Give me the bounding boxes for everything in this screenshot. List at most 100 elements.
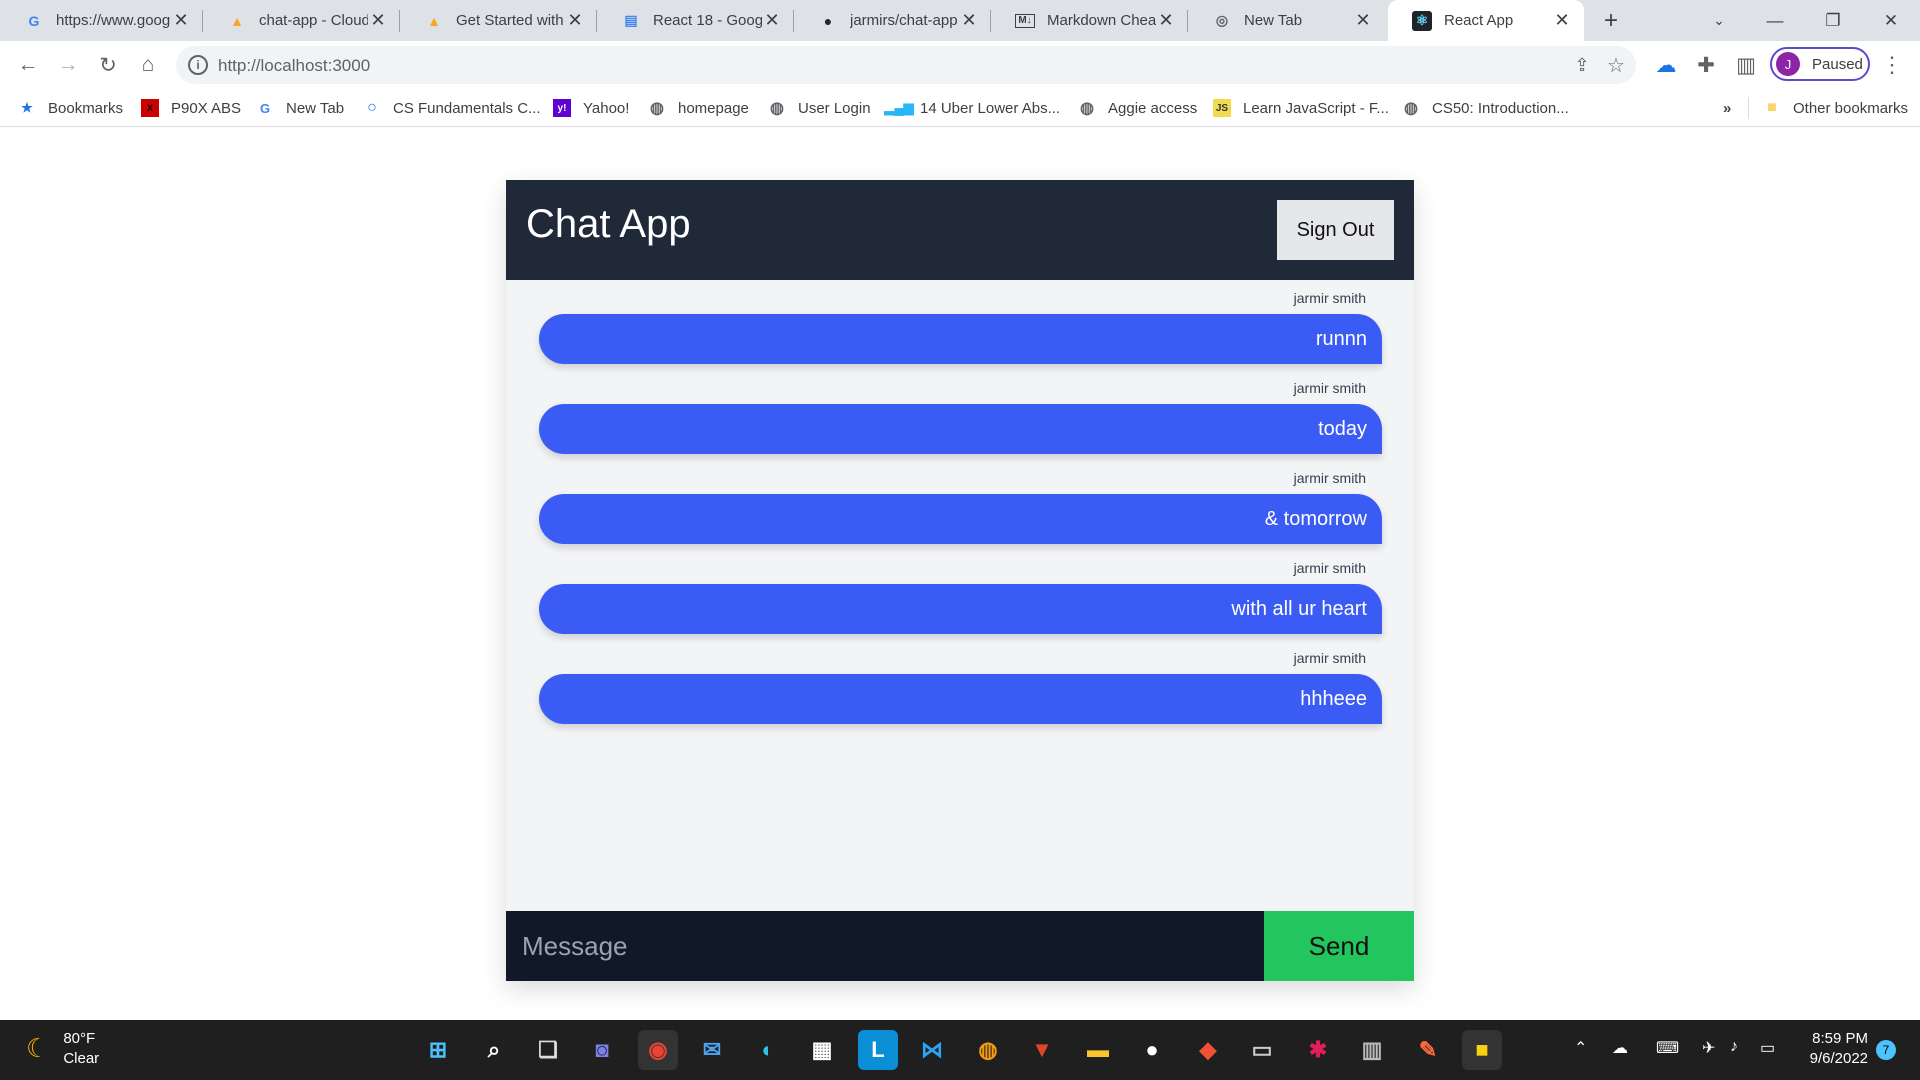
bookmark-item[interactable]: G New Tab [256,97,344,119]
close-tab-icon[interactable]: ✕ [762,10,782,31]
minimize-icon[interactable]: — [1752,0,1798,41]
close-tab-icon[interactable]: ✕ [1353,10,1373,31]
address-bar[interactable]: i http://localhost:3000 ⇪ ☆ [176,46,1636,84]
browser-tab[interactable]: ◎ New Tab ✕ [1188,0,1385,41]
l-app-icon[interactable]: L [858,1030,898,1070]
sticky-notes-icon[interactable]: ■ [1462,1030,1502,1070]
side-panel-icon[interactable]: ▥ [1730,49,1762,81]
bookmark-item[interactable]: ○ CS Fundamentals C... [363,97,540,119]
airplane-mode-icon[interactable]: ✈ [1702,1038,1715,1058]
tab-title: Markdown Cheat [1047,12,1156,29]
start-icon[interactable]: ⊞ [418,1030,458,1070]
bookmark-item[interactable]: JS Learn JavaScript - F... [1213,97,1389,119]
restore-icon[interactable]: ❐ [1810,0,1856,41]
weather-temp: 80°F [63,1030,96,1047]
keyboard-icon[interactable]: ⌨ [1656,1038,1679,1058]
browser-tab-active[interactable]: ⚛ React App ✕ [1388,0,1584,41]
close-window-icon[interactable]: ✕ [1868,0,1914,41]
bookmark-item[interactable]: y! Yahoo! [553,97,629,119]
bookmarks-overflow-button[interactable]: » [1723,97,1731,119]
bookmark-label: Learn JavaScript - F... [1243,99,1389,117]
calculator-icon[interactable]: ▥ [1352,1030,1392,1070]
battery-icon[interactable]: ▭ [1760,1038,1775,1058]
tab-title: https://www.goog [56,12,171,29]
close-tab-icon[interactable]: ✕ [368,10,388,31]
profile-status: Paused [1812,55,1863,73]
google-icon: G [28,12,40,29]
extensions-icon[interactable]: ✚ [1690,49,1722,81]
close-tab-icon[interactable]: ✕ [959,10,979,31]
menu-icon[interactable]: ⋮ [1876,49,1908,81]
send-button[interactable]: Send [1264,911,1414,981]
bookmark-item[interactable]: ◍ homepage [648,97,749,119]
tab-search-icon[interactable]: ⌄ [1696,0,1742,41]
slack-icon[interactable]: ✱ [1298,1030,1338,1070]
home-icon[interactable]: ⌂ [132,49,164,81]
close-tab-icon[interactable]: ✕ [1156,10,1176,31]
browser-tab[interactable]: ▲ chat-app - Cloud ✕ [203,0,400,41]
bookmark-item[interactable]: X P90X ABS [141,97,241,119]
browser-tab[interactable]: G https://www.goog ✕ [0,0,203,41]
teams-chat-icon[interactable]: ◙ [582,1030,622,1070]
message-input[interactable] [506,911,1266,981]
git-icon[interactable]: ◆ [1188,1030,1228,1070]
close-tab-icon[interactable]: ✕ [1552,10,1572,31]
bookmark-item[interactable]: ★ Bookmarks [18,97,123,119]
p90x-icon: X [141,99,159,117]
onedrive-icon[interactable]: ☁ [1650,49,1682,81]
google-icon: G [259,100,271,116]
onedrive-tray-icon[interactable]: ☁ [1612,1038,1628,1058]
message-bubble: today [539,404,1382,454]
firebase-icon: ▲ [230,12,244,29]
search-icon[interactable]: ⌕ [474,1030,514,1070]
new-tab-button[interactable]: + [1588,0,1634,41]
bookmark-star-icon[interactable]: ☆ [1600,49,1632,81]
task-view-icon[interactable]: ❏ [528,1030,568,1070]
markdown-icon: M↓ [1015,13,1035,28]
edge-icon[interactable]: ◐ [748,1030,788,1070]
sign-out-button[interactable]: Sign Out [1277,200,1394,260]
share-icon[interactable]: ⇪ [1566,49,1598,81]
store-icon[interactable]: ▦ [802,1030,842,1070]
back-icon[interactable]: ← [12,49,44,81]
weather-widget[interactable]: ☾ 80°F Clear [26,1030,99,1067]
reload-icon[interactable]: ↻ [92,49,124,81]
browser-tab[interactable]: M↓ Markdown Cheat ✕ [991,0,1188,41]
terminal-icon[interactable]: ▭ [1242,1030,1282,1070]
volume-icon[interactable]: ♪ [1730,1038,1738,1056]
message-bubble: & tomorrow [539,494,1382,544]
tray-chevron-icon[interactable]: ⌃ [1574,1038,1587,1058]
site-info-icon[interactable]: i [188,55,208,75]
file-explorer-icon[interactable]: ▬ [1078,1030,1118,1070]
tab-title: jarmirs/chat-app [850,12,958,29]
profile-button[interactable]: J Paused [1770,47,1870,81]
notification-badge[interactable]: 7 [1876,1040,1896,1060]
bookmark-item[interactable]: ▂▄▆ 14 Uber Lower Abs... [884,97,1061,119]
blender-icon[interactable]: ◍ [968,1030,1008,1070]
globe-icon: ◍ [1080,100,1094,117]
close-tab-icon[interactable]: ✕ [565,10,585,31]
github-desktop-icon[interactable]: ● [1132,1030,1172,1070]
other-bookmarks-folder[interactable]: ■ Other bookmarks [1763,97,1908,119]
github-icon: ● [823,12,833,29]
url-text: http://localhost:3000 [218,56,371,75]
clock[interactable]: 8:59 PM 9/6/2022 [1800,1030,1868,1067]
sketch-icon[interactable]: ✎ [1408,1030,1448,1070]
close-tab-icon[interactable]: ✕ [171,10,191,31]
globe-icon: ◍ [650,100,664,117]
mail-icon[interactable]: ✉ [692,1030,732,1070]
chrome-icon[interactable]: ◉ [638,1030,678,1070]
forward-icon[interactable]: → [52,49,84,81]
bookmark-item[interactable]: ◍ Aggie access [1078,97,1197,119]
bookmark-label: 14 Uber Lower Abs... [920,99,1061,117]
bookmarks-divider [1748,97,1749,119]
browser-tab[interactable]: ▤ React 18 - Google ✕ [597,0,794,41]
bookmark-label: User Login [798,99,871,117]
vscode-icon[interactable]: ⋈ [912,1030,952,1070]
globe-icon: ◍ [770,100,784,117]
bookmark-item[interactable]: ◍ User Login [768,97,871,119]
bookmark-item[interactable]: ◍ CS50: Introduction... [1402,97,1569,119]
browser-tab[interactable]: ● jarmirs/chat-app ✕ [794,0,991,41]
browser-tab[interactable]: ▲ Get Started with F ✕ [400,0,597,41]
gitlab-icon[interactable]: ▼ [1022,1030,1062,1070]
